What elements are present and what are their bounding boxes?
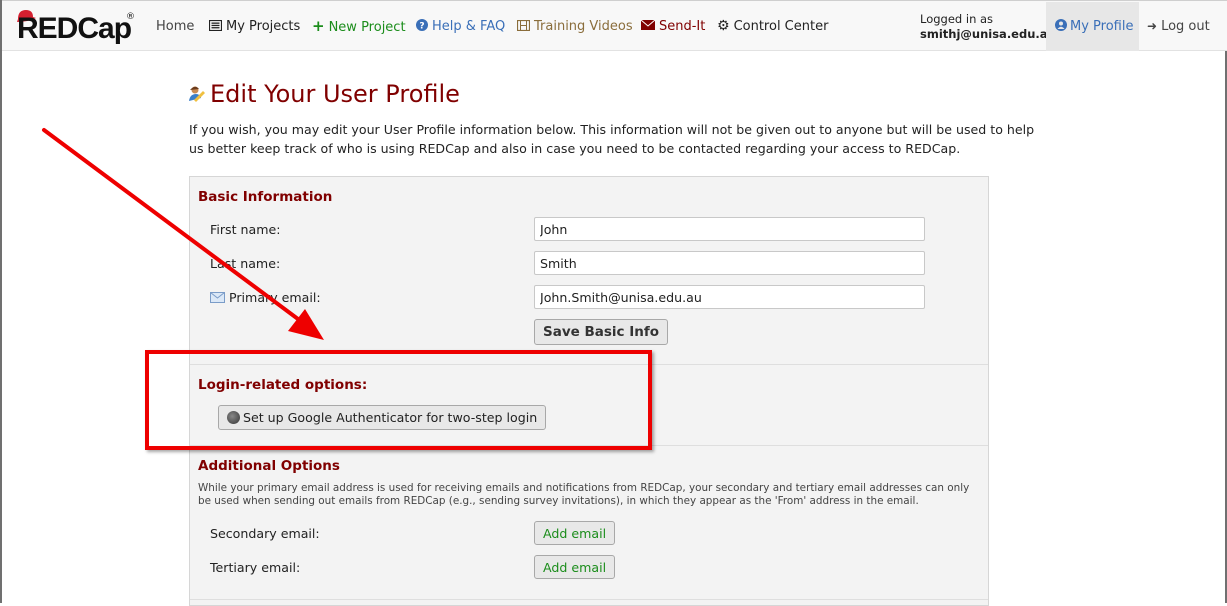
additional-options-description: While your primary email address is used… (198, 482, 970, 507)
nav-control-center[interactable]: ⚙ Control Center (717, 1, 828, 52)
logo-text: REDCap (17, 12, 132, 45)
list-icon (209, 20, 222, 31)
envelope-icon (210, 292, 225, 303)
nav-control-center-label: Control Center (733, 19, 829, 34)
logged-in-info: Logged in as smithj@unisa.edu.au (920, 12, 1056, 42)
plus-icon: + (312, 17, 325, 35)
tertiary-email-label: Tertiary email: (210, 560, 301, 575)
logged-in-user: smithj@unisa.edu.au (920, 27, 1056, 41)
nav-send-it[interactable]: Send-It (641, 1, 705, 52)
nav-new-project[interactable]: + New Project (312, 1, 406, 52)
page-title-text: Edit Your User Profile (210, 80, 460, 108)
svg-text:?: ? (419, 22, 424, 32)
first-name-label: First name: (210, 222, 281, 237)
basic-info-section: Basic Information First name: Last name:… (190, 177, 988, 365)
nav-help-label: Help & FAQ (432, 19, 506, 34)
nav-training-label: Training Videos (534, 19, 633, 34)
redcap-logo[interactable]: REDCap ® (14, 9, 139, 45)
sign-out-icon: ➜ (1147, 19, 1158, 33)
additional-options-section: Additional Options While your primary em… (190, 446, 988, 600)
nav-log-out-label: Log out (1161, 19, 1210, 34)
nav-home-label: Home (156, 19, 195, 34)
nav-training-videos[interactable]: Training Videos (517, 1, 633, 52)
user-circle-icon (1055, 19, 1067, 31)
question-circle-icon: ? (416, 19, 428, 31)
intro-text: If you wish, you may edit your User Prof… (189, 122, 1035, 156)
additional-options-title: Additional Options (198, 458, 340, 474)
page-title: Edit Your User Profile (188, 80, 460, 108)
nav-new-project-label: New Project (328, 20, 406, 35)
envelope-icon (641, 20, 655, 30)
add-secondary-email-button[interactable]: Add email (534, 521, 616, 545)
logged-in-label: Logged in as (920, 12, 994, 26)
secondary-email-label: Secondary email: (210, 526, 320, 541)
primary-email-input[interactable] (534, 285, 925, 309)
nav-my-profile-label: My Profile (1070, 19, 1134, 34)
gear-icon: ⚙ (717, 18, 730, 34)
film-icon (517, 20, 530, 31)
nav-log-out[interactable]: ➜ Log out (1147, 1, 1210, 52)
nav-my-projects[interactable]: My Projects (209, 1, 300, 52)
user-edit-icon (189, 86, 205, 102)
last-name-label: Last name: (210, 256, 281, 271)
annotation-highlight-box (145, 350, 652, 450)
save-basic-info-button[interactable]: Save Basic Info (534, 319, 669, 345)
registered-mark: ® (126, 12, 135, 22)
nav-my-projects-label: My Projects (226, 19, 301, 34)
last-name-input[interactable] (534, 251, 925, 275)
basic-info-title: Basic Information (198, 189, 333, 205)
first-name-input[interactable] (534, 217, 925, 241)
primary-email-label: Primary email: (210, 290, 321, 305)
primary-email-label-text: Primary email: (229, 290, 321, 305)
add-tertiary-email-button[interactable]: Add email (534, 555, 616, 579)
top-navbar: REDCap ® Home My Projects + New Project ?… (2, 0, 1227, 51)
nav-home[interactable]: Home (156, 1, 194, 52)
nav-send-it-label: Send-It (659, 19, 706, 34)
nav-help-faq[interactable]: ? Help & FAQ (416, 1, 505, 52)
nav-my-profile[interactable]: My Profile (1046, 2, 1139, 51)
